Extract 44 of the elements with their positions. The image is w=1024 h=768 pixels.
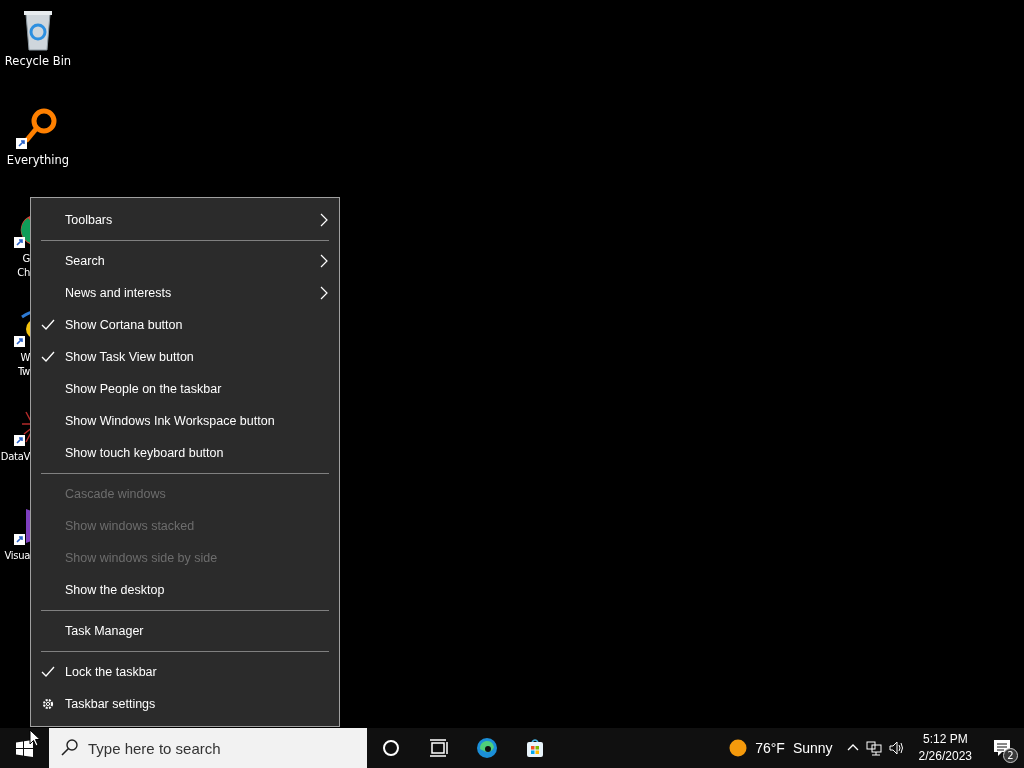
menu-item[interactable]: Show People on the taskbar bbox=[31, 373, 339, 405]
sun-icon[interactable] bbox=[729, 739, 748, 757]
volume-icon[interactable] bbox=[888, 740, 905, 756]
notification-count: 2 bbox=[1003, 748, 1018, 763]
cortana-circle-icon[interactable] bbox=[380, 737, 402, 759]
checkmark-icon bbox=[41, 665, 55, 679]
chevron-right-icon bbox=[319, 286, 329, 300]
search-field[interactable]: Type here to search bbox=[49, 728, 367, 768]
icon-label: Everything bbox=[6, 153, 70, 167]
icon-label: Ch bbox=[17, 266, 30, 280]
weather-condition: Sunny bbox=[792, 740, 833, 756]
windows-start-icon[interactable] bbox=[16, 739, 33, 757]
clock[interactable]: 5:12 PM 2/26/2023 bbox=[910, 731, 980, 765]
menu-item[interactable]: Show Task View button bbox=[31, 341, 339, 373]
search-icon bbox=[61, 739, 78, 756]
network-icon[interactable] bbox=[864, 740, 883, 756]
icon-label: Visua bbox=[4, 549, 30, 563]
menu-item[interactable]: Taskbar settings bbox=[31, 688, 339, 720]
menu-item[interactable]: Lock the taskbar bbox=[31, 656, 339, 688]
mouse-cursor-icon bbox=[29, 729, 41, 747]
chevron-right-icon bbox=[319, 213, 329, 227]
clock-date: 2/26/2023 bbox=[918, 748, 972, 765]
browser-icon[interactable] bbox=[476, 737, 498, 759]
menu-item[interactable]: Toolbars bbox=[31, 204, 339, 236]
icon-label: DataV bbox=[0, 450, 30, 464]
chevron-right-icon bbox=[319, 254, 329, 268]
icon-label: G bbox=[22, 252, 30, 266]
checkmark-icon bbox=[41, 350, 55, 364]
icon-label: Tw bbox=[17, 365, 30, 379]
checkmark-icon bbox=[41, 318, 55, 332]
menu-item[interactable]: Show Windows Ink Workspace button bbox=[31, 405, 339, 437]
menu-item[interactable]: Search bbox=[31, 245, 339, 277]
store-bag-icon[interactable] bbox=[524, 737, 546, 759]
menu-item[interactable]: News and interests bbox=[31, 277, 339, 309]
clock-time: 5:12 PM bbox=[922, 731, 968, 748]
settings-icon bbox=[41, 697, 55, 711]
task-view-icon[interactable] bbox=[428, 737, 450, 759]
menu-item[interactable]: Show touch keyboard button bbox=[31, 437, 339, 469]
icon-label: Recycle Bin bbox=[4, 54, 72, 68]
weather-temperature: 76°F bbox=[755, 740, 785, 756]
menu-item[interactable]: Show the desktop bbox=[31, 574, 339, 606]
icon-label: W bbox=[20, 351, 30, 365]
menu-item[interactable]: Task Manager bbox=[31, 615, 339, 647]
menu-item[interactable]: Show Cortana button bbox=[31, 309, 339, 341]
